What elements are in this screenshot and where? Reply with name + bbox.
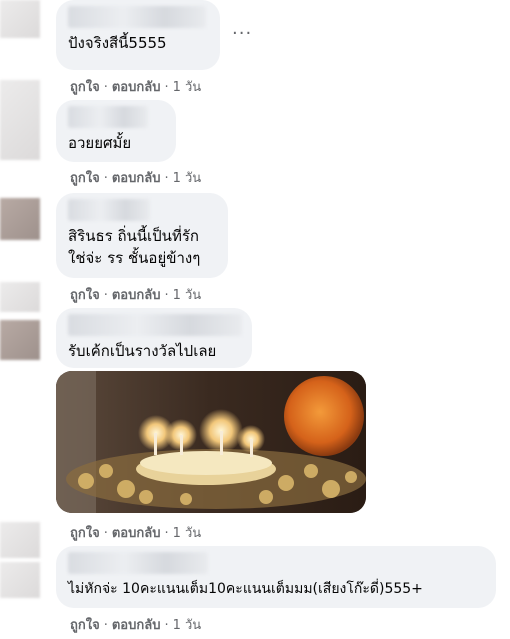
avatar[interactable] bbox=[0, 562, 40, 598]
comment-text: รับเค้กเป็นรางวัลไปเลย bbox=[68, 342, 217, 360]
comment-bubble: ปังจริงสีนี้5555 bbox=[56, 0, 220, 70]
commenter-name-redacted[interactable] bbox=[68, 314, 242, 336]
timestamp[interactable]: 1 วัน bbox=[173, 618, 202, 633]
comment-actions: ถูกใจ · ตอบกลับ · 1 วัน bbox=[70, 526, 202, 541]
avatar[interactable] bbox=[0, 522, 40, 558]
avatar[interactable] bbox=[0, 0, 40, 38]
timestamp[interactable]: 1 วัน bbox=[173, 80, 202, 95]
cake-photo[interactable] bbox=[56, 371, 366, 513]
comment-bubble: สิรินธร ถิ่นนี้เป็นที่รัก ใช่จ่ะ รร ชั้น… bbox=[56, 193, 228, 278]
avatar[interactable] bbox=[0, 320, 40, 360]
comment-text: อวยยศมั้ย bbox=[68, 134, 132, 152]
timestamp[interactable]: 1 วัน bbox=[173, 171, 202, 186]
reply-button[interactable]: ตอบกลับ bbox=[112, 526, 161, 541]
timestamp[interactable]: 1 วัน bbox=[173, 288, 202, 303]
commenter-name-redacted[interactable] bbox=[68, 552, 208, 574]
reply-button[interactable]: ตอบกลับ bbox=[112, 618, 161, 633]
reply-button[interactable]: ตอบกลับ bbox=[112, 80, 161, 95]
cake-photo-image bbox=[56, 371, 366, 513]
comment-bubble: ไม่หักจ่ะ 10คะแนนเต็ม10คะแนนเต็มมม(เสียง… bbox=[56, 546, 496, 608]
avatar[interactable] bbox=[0, 282, 40, 312]
like-button[interactable]: ถูกใจ bbox=[70, 80, 100, 95]
comment-text: ปังจริงสีนี้5555 bbox=[68, 34, 167, 52]
commenter-name-redacted[interactable] bbox=[68, 6, 206, 28]
reply-button[interactable]: ตอบกลับ bbox=[112, 288, 161, 303]
timestamp[interactable]: 1 วัน bbox=[173, 526, 202, 541]
like-button[interactable]: ถูกใจ bbox=[70, 288, 100, 303]
comment-text-line: ใช่จ่ะ รร ชั้นอยู่ข้างๆ bbox=[68, 249, 201, 267]
like-button[interactable]: ถูกใจ bbox=[70, 171, 100, 186]
comment-text: ไม่หักจ่ะ 10คะแนนเต็ม10คะแนนเต็มมม(เสียง… bbox=[68, 581, 423, 597]
more-options-icon[interactable]: ··· bbox=[232, 25, 252, 43]
reply-button[interactable]: ตอบกลับ bbox=[112, 171, 161, 186]
comment-actions: ถูกใจ · ตอบกลับ · 1 วัน bbox=[70, 171, 202, 186]
comment-actions: ถูกใจ · ตอบกลับ · 1 วัน bbox=[70, 80, 202, 95]
avatar[interactable] bbox=[0, 198, 40, 240]
like-button[interactable]: ถูกใจ bbox=[70, 618, 100, 633]
like-button[interactable]: ถูกใจ bbox=[70, 526, 100, 541]
commenter-name-redacted[interactable] bbox=[68, 199, 150, 221]
comment-actions: ถูกใจ · ตอบกลับ · 1 วัน bbox=[70, 288, 202, 303]
comment-actions: ถูกใจ · ตอบกลับ · 1 วัน bbox=[70, 618, 202, 633]
commenter-name-redacted[interactable] bbox=[68, 106, 148, 128]
comment-bubble: อวยยศมั้ย bbox=[56, 100, 176, 162]
avatar[interactable] bbox=[0, 80, 40, 160]
comment-text-line: สิรินธร ถิ่นนี้เป็นที่รัก bbox=[68, 227, 199, 245]
comment-bubble: รับเค้กเป็นรางวัลไปเลย bbox=[56, 308, 252, 368]
